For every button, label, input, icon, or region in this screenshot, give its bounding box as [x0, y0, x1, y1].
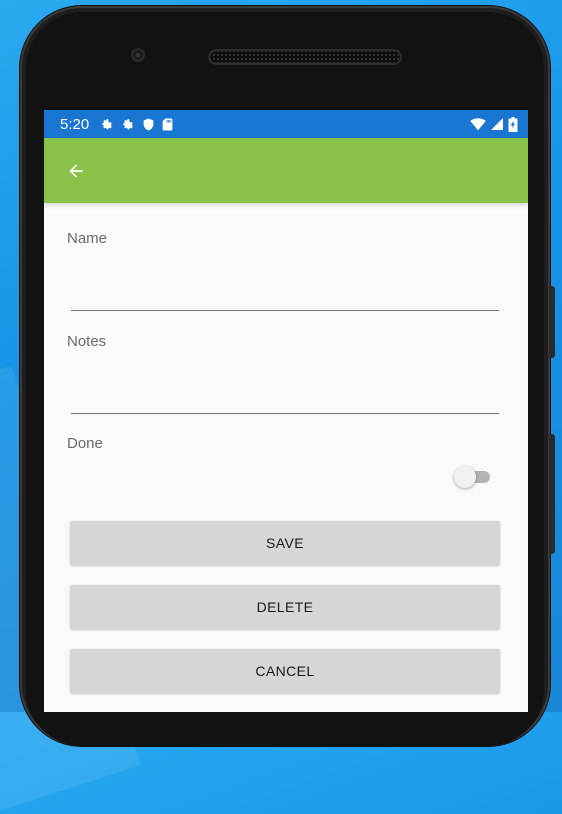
- delete-button[interactable]: DELETE: [70, 585, 500, 629]
- gear-icon: [123, 118, 134, 129]
- earpiece-speaker: [208, 49, 402, 65]
- notification-icons: [101, 118, 173, 131]
- done-label: Done: [67, 435, 103, 452]
- notes-input[interactable]: [71, 384, 499, 414]
- name-label: Name: [67, 230, 108, 247]
- app-screen: 5:20 Name Notes Done SAVE DELETE CANCEL: [44, 110, 528, 712]
- shield-icon: [143, 118, 154, 130]
- cancel-button[interactable]: CANCEL: [70, 649, 500, 693]
- arrow-left-icon: [69, 163, 83, 178]
- notes-label: Notes: [67, 333, 107, 350]
- system-icons: [470, 116, 518, 132]
- wifi-icon: [470, 117, 486, 130]
- gear-icon: [102, 118, 113, 129]
- done-switch[interactable]: [454, 466, 490, 488]
- power-button: [549, 434, 555, 554]
- name-input[interactable]: [71, 281, 499, 311]
- front-camera: [131, 48, 145, 62]
- battery-icon: [508, 116, 518, 132]
- todo-form: Name Notes Done SAVE DELETE CANCEL: [44, 230, 528, 693]
- signal-icon: [491, 118, 503, 130]
- status-time: 5:20: [60, 115, 90, 133]
- save-button[interactable]: SAVE: [70, 521, 500, 565]
- action-buttons: SAVE DELETE CANCEL: [67, 521, 500, 693]
- sd-card-icon: [162, 118, 173, 130]
- volume-button: [549, 286, 555, 358]
- back-button[interactable]: [64, 159, 88, 183]
- app-bar: [44, 138, 528, 203]
- switch-thumb: [454, 466, 476, 488]
- done-row: [67, 452, 500, 502]
- status-bar: 5:20: [44, 110, 528, 138]
